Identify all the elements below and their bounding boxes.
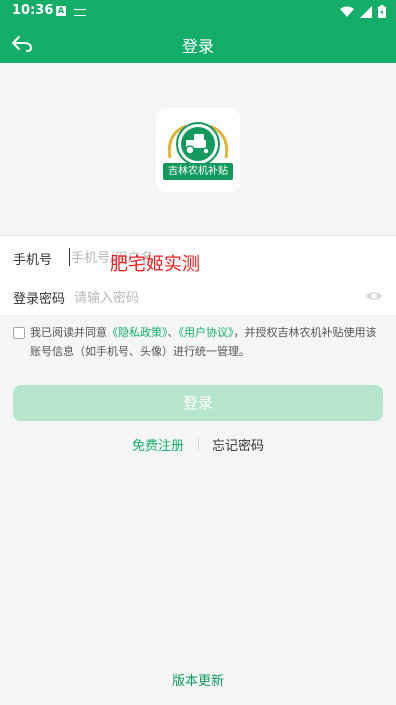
agreement-text: 我已阅读并同意《隐私政策》、《用户协议》，并授权吉林农机补贴使用该账号信息（如手… bbox=[30, 323, 380, 361]
text-cursor bbox=[69, 248, 70, 266]
forgot-password-link[interactable]: 忘记密码 bbox=[212, 435, 264, 454]
password-input[interactable] bbox=[72, 286, 356, 310]
link-divider bbox=[198, 438, 199, 450]
agreement-separator: 、 bbox=[167, 326, 179, 339]
user-agreement-link[interactable]: 《用户协议》 bbox=[179, 326, 234, 339]
notification-strip-icon bbox=[74, 9, 86, 16]
login-button[interactable]: 登录 bbox=[13, 385, 383, 421]
agreement-checkbox[interactable] bbox=[13, 327, 25, 339]
status-bar: 10:36 A bbox=[0, 0, 396, 24]
password-label: 登录密码 bbox=[13, 292, 66, 307]
battery-icon bbox=[378, 5, 386, 18]
password-row: 登录密码 bbox=[0, 279, 396, 316]
phone-label: 手机号 bbox=[13, 253, 53, 268]
eye-icon[interactable] bbox=[365, 289, 383, 303]
bottom-links: 免费注册 忘记密码 bbox=[0, 435, 396, 455]
privacy-policy-link[interactable]: 《隐私政策》 bbox=[107, 326, 168, 339]
notification-a-icon: A bbox=[56, 6, 66, 16]
wifi-icon bbox=[340, 6, 354, 17]
signal-icon bbox=[360, 5, 372, 18]
overlay-watermark-text: 肥宅姬实测 bbox=[110, 254, 200, 275]
status-icons bbox=[340, 5, 386, 18]
agreement-prefix: 我已阅读并同意 bbox=[30, 326, 107, 339]
register-link[interactable]: 免费注册 bbox=[132, 435, 184, 454]
version-update-link[interactable]: 版本更新 bbox=[0, 670, 396, 689]
status-time: 10:36 bbox=[12, 3, 54, 18]
app-logo: 吉林农机补贴 bbox=[156, 108, 240, 192]
page-title: 登录 bbox=[181, 37, 214, 56]
logo-text: 吉林农机补贴 bbox=[163, 163, 233, 180]
app-bar: 登录 bbox=[0, 24, 396, 63]
